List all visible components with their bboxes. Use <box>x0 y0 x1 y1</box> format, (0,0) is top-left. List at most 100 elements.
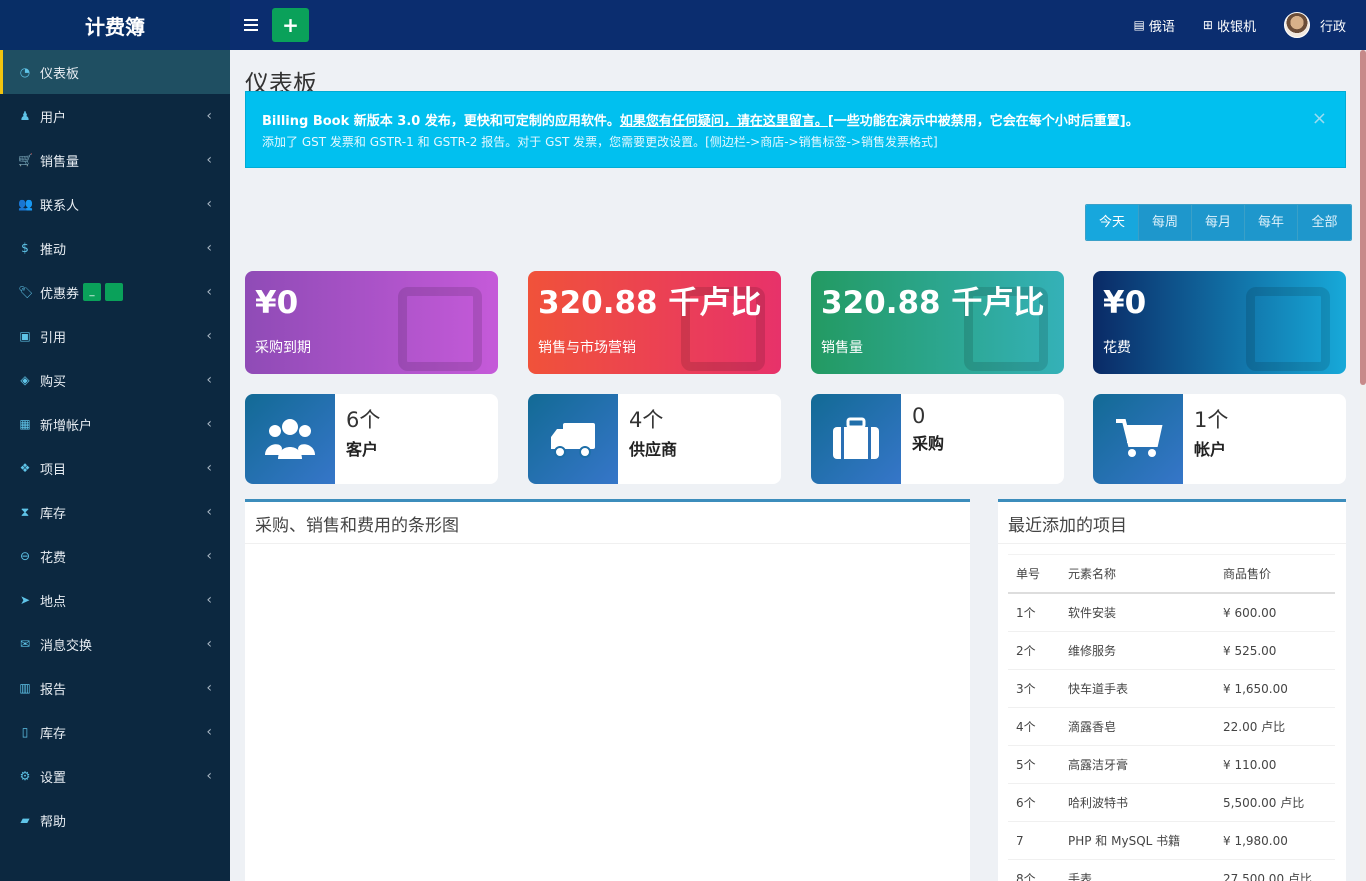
sidebar-item[interactable]: ◈ 购买 ‹ <box>0 358 230 402</box>
chevron-left-icon: ‹ <box>206 724 212 740</box>
info-card-accounts[interactable]: 1个 帐户 <box>1093 394 1346 484</box>
stat-value: ¥0 <box>255 285 299 321</box>
tags-icon: 🏷 <box>18 285 34 299</box>
sidebar-item[interactable]: ◔ 仪表板 <box>0 50 230 94</box>
table-cell: ¥ 600.00 <box>1215 593 1335 632</box>
sidebar-item-label: 帮助 <box>40 814 67 830</box>
range-button[interactable]: 全部 <box>1298 205 1351 240</box>
info-count: 0 <box>912 404 926 428</box>
sidebar-item[interactable]: ⚙ 设置 ‹ <box>0 754 230 798</box>
info-label: 客户 <box>346 440 379 459</box>
alert-line-1: Billing Book 新版本 3.0 发布，更快和可定制的应用软件。如果您有… <box>262 110 1329 129</box>
table-cell: 快车道手表 <box>1060 669 1215 708</box>
table-cell: 22.00 卢比 <box>1215 707 1335 746</box>
sidebar-item[interactable]: ▥ 报告 ‹ <box>0 666 230 710</box>
user-menu[interactable]: 行政 <box>1283 12 1346 38</box>
column-header: 单号 <box>1008 554 1060 594</box>
sidebar-item[interactable]: 🏷 优惠券 _ ‹ <box>0 270 230 314</box>
table-cell: 27,500.00 卢比 <box>1215 859 1335 881</box>
sidebar-toggle-icon[interactable] <box>244 19 258 31</box>
main-content: 仪表板 Billing Book 新版本 3.0 发布，更快和可定制的应用软件。… <box>230 50 1360 881</box>
info-card-suppliers[interactable]: 4个 供应商 <box>528 394 781 484</box>
language-menu[interactable]: ▤ 俄语 <box>1134 16 1175 35</box>
stat-card-expense: ¥0 花费 <box>1093 271 1346 374</box>
chevron-left-icon: ‹ <box>206 548 212 564</box>
quick-add-button[interactable]: + <box>272 8 309 42</box>
sidebar-item-label: 报告 <box>40 682 67 698</box>
stat-value: 320.88 千卢比 <box>821 285 1045 321</box>
column-header: 元素名称 <box>1060 554 1215 594</box>
range-button[interactable]: 每年 <box>1245 205 1298 240</box>
chevron-left-icon: ‹ <box>206 680 212 696</box>
close-icon[interactable]: × <box>1312 108 1327 129</box>
table-cell: 哈利波特书 <box>1060 783 1215 822</box>
chevron-left-icon: ‹ <box>206 460 212 476</box>
sidebar-item-label: 项目 <box>40 462 67 478</box>
sidebar-item[interactable]: 🛒 销售量 ‹ <box>0 138 230 182</box>
stat-label: 采购到期 <box>255 340 311 356</box>
sidebar-item-label: 消息交换 <box>40 638 93 654</box>
grid-icon: ▦ <box>19 417 31 431</box>
chevron-left-icon: ‹ <box>206 416 212 432</box>
sidebar-item-label: 引用 <box>40 330 67 346</box>
table-cell: 5,500.00 卢比 <box>1215 783 1335 822</box>
alert-text-a: Billing Book 新版本 3.0 发布，更快和可定制的应用软件。 <box>262 114 620 129</box>
table-cell: 1个 <box>1008 593 1060 632</box>
table-cell: 高露洁牙膏 <box>1060 745 1215 784</box>
sidebar-item[interactable]: ▰ 帮助 <box>0 798 230 842</box>
stat-label: 销售量 <box>821 340 863 356</box>
pos-link[interactable]: ⊞ 收银机 <box>1203 16 1256 35</box>
alert-link[interactable]: 如果您有任何疑问，请在这里留言。 <box>620 114 828 129</box>
user-add-icon: ♟ <box>19 109 31 123</box>
table-cell: 7 <box>1008 821 1060 860</box>
sidebar-item[interactable]: ♟ 用户 ‹ <box>0 94 230 138</box>
chevron-left-icon: ‹ <box>206 592 212 608</box>
info-label: 供应商 <box>629 440 678 459</box>
cart-icon <box>1093 394 1183 484</box>
announcement-alert: Billing Book 新版本 3.0 发布，更快和可定制的应用软件。如果您有… <box>245 91 1346 168</box>
bar-chart-panel: 采购、销售和费用的条形图 <box>245 499 970 881</box>
info-card-purchases[interactable]: 0 采购 <box>811 394 1064 484</box>
sidebar-item[interactable]: ▣ 引用 ‹ <box>0 314 230 358</box>
chevron-left-icon: ‹ <box>206 108 212 124</box>
sidebar-item[interactable]: ❖ 项目 ‹ <box>0 446 230 490</box>
sidebar-item-label: 库存 <box>40 726 67 742</box>
sidebar-item[interactable]: ➤ 地点 ‹ <box>0 578 230 622</box>
table-cell: ¥ 110.00 <box>1215 745 1335 784</box>
table-row: 7 PHP 和 MySQL 书籍 ¥ 1,980.00 <box>1008 821 1335 860</box>
scrollbar-thumb[interactable] <box>1360 50 1366 385</box>
chevron-left-icon: ‹ <box>206 504 212 520</box>
sidebar-item[interactable]: ⊖ 花费 ‹ <box>0 534 230 578</box>
sidebar-item-label: 地点 <box>40 594 67 610</box>
table-cell: 6个 <box>1008 783 1060 822</box>
range-button[interactable]: 每月 <box>1192 205 1245 240</box>
range-button[interactable]: 每周 <box>1139 205 1192 240</box>
table-cell: 手表 <box>1060 859 1215 881</box>
sidebar-item[interactable]: ▯ 库存 ‹ <box>0 710 230 754</box>
sidebar-item[interactable]: ▦ 新增帐户 ‹ <box>0 402 230 446</box>
panel-title: 采购、销售和费用的条形图 <box>245 502 970 544</box>
dashboard-icon: ◔ <box>19 65 31 79</box>
table-cell: ¥ 1,980.00 <box>1215 821 1335 860</box>
bar-chart-icon: ▥ <box>19 681 31 695</box>
language-icon: ▤ <box>1133 18 1145 32</box>
hourglass-icon: ⧗ <box>20 504 30 519</box>
stat-card-sales-marketing: 320.88 千卢比 销售与市场营销 <box>528 271 781 374</box>
alert-line-2: 添加了 GST 发票和 GSTR-1 和 GSTR-2 报告。对于 GST 发票… <box>262 135 938 149</box>
sidebar-item[interactable]: $ 推动 ‹ <box>0 226 230 270</box>
stat-value: 320.88 千卢比 <box>538 285 762 321</box>
stat-card-purchase-due: ¥0 采购到期 <box>245 271 498 374</box>
info-card-customers[interactable]: 6个 客户 <box>245 394 498 484</box>
table-header-row: 单号 元素名称 商品售价 <box>1008 554 1335 594</box>
table-row: 3个 快车道手表 ¥ 1,650.00 <box>1008 669 1335 708</box>
brand-logo[interactable]: 计费簿 <box>0 0 230 50</box>
sidebar-item[interactable]: 👥 联系人 ‹ <box>0 182 230 226</box>
sidebar-item[interactable]: ✉ 消息交换 ‹ <box>0 622 230 666</box>
sidebar-item-label: 用户 <box>40 110 67 126</box>
navbar: + ▤ 俄语 ⊞ 收银机 行政 <box>230 0 1366 50</box>
range-button[interactable]: 今天 <box>1086 205 1139 240</box>
pos-label: 收银机 <box>1216 19 1256 35</box>
top-header: 计费簿 + ▤ 俄语 ⊞ 收银机 行政 <box>0 0 1366 50</box>
sidebar-item[interactable]: ⧗ 库存 ‹ <box>0 490 230 534</box>
info-count: 6个 <box>346 408 381 432</box>
